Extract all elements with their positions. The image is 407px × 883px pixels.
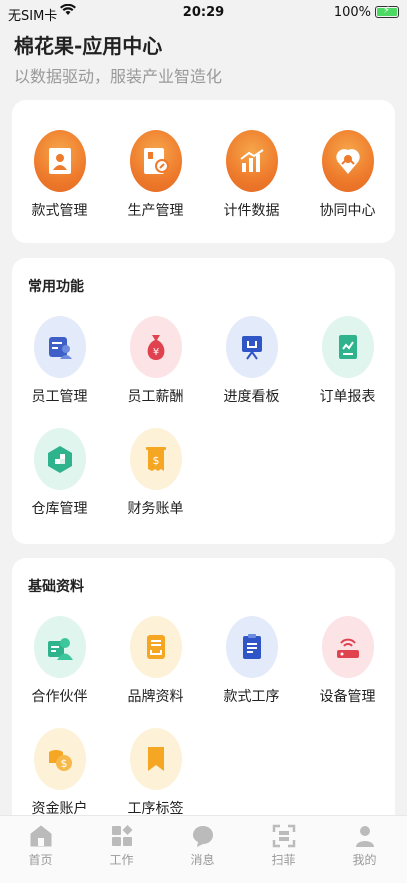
app-production-manage-label: 生产管理 [127, 203, 184, 219]
style-process-icon [225, 616, 278, 678]
svg-text:$: $ [60, 757, 67, 770]
production-manage-icon [129, 130, 182, 192]
brand-info-icon [129, 616, 182, 678]
tab-message[interactable]: 消息 [162, 824, 243, 868]
common-functions-title: 常用功能 [28, 279, 84, 295]
common-item-label: 进度看板 [223, 389, 280, 405]
common-item-label: 员工薪酬 [127, 389, 184, 405]
common-item-warehouse-manage[interactable]: 仓库管理 [12, 428, 107, 518]
app-piecework-data[interactable]: 计件数据 [204, 130, 299, 220]
finance-bill-icon: $ [129, 428, 182, 490]
common-item-employee-manage[interactable]: 员工管理 [12, 316, 107, 406]
basic-item-partner[interactable]: 合作伙伴 [12, 616, 107, 706]
order-report-icon [321, 316, 374, 378]
scan-icon [272, 824, 295, 848]
common-item-order-report[interactable]: 订单报表 [300, 316, 395, 406]
tab-work-label: 工作 [109, 853, 134, 867]
partner-icon [33, 616, 86, 678]
basic-item-label: 款式工序 [223, 689, 280, 705]
bottom-tab-bar: 首页 工作 消息 扫菲 我的 [0, 815, 407, 883]
common-item-label: 订单报表 [319, 389, 376, 405]
basic-item-device-manage[interactable]: 设备管理 [300, 616, 395, 706]
style-manage-icon [33, 130, 86, 192]
app-style-manage-label: 款式管理 [31, 203, 88, 219]
svg-text:¥: ¥ [152, 347, 158, 358]
svg-text:$: $ [152, 454, 159, 467]
fund-account-icon: $ [33, 728, 86, 790]
main-apps-card: 款式管理 生产管理 计件数据 协同中心 [12, 100, 395, 243]
common-item-label: 仓库管理 [31, 501, 88, 517]
app-style-manage[interactable]: 款式管理 [12, 130, 107, 220]
basic-item-brand-info[interactable]: 品牌资料 [108, 616, 203, 706]
tab-message-label: 消息 [190, 853, 215, 867]
basic-data-card: 基础资料 合作伙伴 品牌资料 款式工序 设备管理 $ 资金账户 工序标签 [12, 558, 395, 838]
tab-home-label: 首页 [28, 853, 53, 867]
collaboration-center-icon [321, 130, 374, 192]
app-production-manage[interactable]: 生产管理 [108, 130, 203, 220]
basic-item-label: 设备管理 [319, 689, 376, 705]
tab-scan[interactable]: 扫菲 [243, 824, 324, 868]
common-item-finance-bill[interactable]: $ 财务账单 [108, 428, 203, 518]
basic-item-process-tag[interactable]: 工序标签 [108, 728, 203, 818]
process-tag-icon [129, 728, 182, 790]
common-item-progress-board[interactable]: 进度看板 [204, 316, 299, 406]
basic-item-fund-account[interactable]: $ 资金账户 [12, 728, 107, 818]
app-piecework-data-label: 计件数据 [223, 203, 280, 219]
employee-salary-icon: ¥ [129, 316, 182, 378]
battery-icon: ⚡ [375, 5, 399, 18]
common-functions-card: 常用功能 员工管理 ¥ 员工薪酬 进度看板 订单报表 仓库管理 $ 财务账单 [12, 258, 395, 544]
common-item-label: 财务账单 [127, 501, 184, 517]
warehouse-manage-icon [33, 428, 86, 490]
basic-item-style-process[interactable]: 款式工序 [204, 616, 299, 706]
basic-data-title: 基础资料 [28, 579, 84, 595]
status-bar: 无SIM卡 20:29 100% ⚡ [0, 0, 407, 26]
device-manage-icon [321, 616, 374, 678]
page-subtitle: 以数据驱动，服装产业智造化 [14, 67, 223, 86]
common-item-employee-salary[interactable]: ¥ 员工薪酬 [108, 316, 203, 406]
work-icon [111, 825, 132, 846]
employee-manage-icon [33, 316, 86, 378]
profile-icon [355, 826, 374, 847]
app-collaboration-center[interactable]: 协同中心 [300, 130, 395, 220]
tab-scan-label: 扫菲 [271, 853, 296, 867]
basic-item-label: 品牌资料 [127, 689, 184, 705]
progress-board-icon [225, 316, 278, 378]
common-item-label: 员工管理 [31, 389, 88, 405]
message-icon [192, 826, 213, 847]
app-collaboration-center-label: 协同中心 [319, 203, 376, 219]
tab-profile[interactable]: 我的 [324, 824, 405, 868]
battery-percent: 100% [333, 5, 371, 20]
home-icon [30, 825, 51, 847]
piecework-data-icon [225, 130, 278, 192]
tab-work[interactable]: 工作 [81, 824, 162, 868]
tab-home[interactable]: 首页 [0, 824, 81, 868]
basic-item-label: 合作伙伴 [31, 689, 88, 705]
tab-profile-label: 我的 [352, 853, 377, 867]
page-title: 棉花果-应用中心 [14, 34, 163, 58]
